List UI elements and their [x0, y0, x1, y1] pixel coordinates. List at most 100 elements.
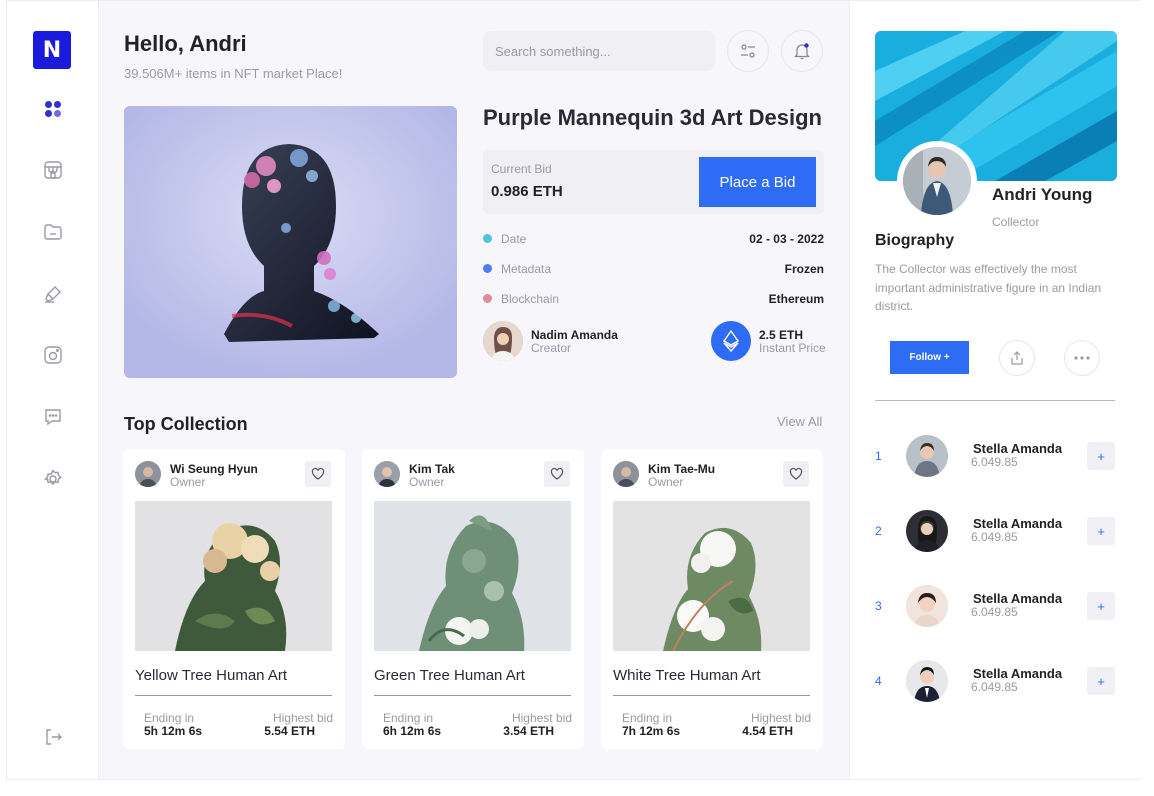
highest-bid-value: 5.54 ETH	[264, 724, 315, 738]
heart-icon	[311, 467, 325, 480]
ranking-value: 6.049.85	[971, 530, 1018, 544]
brush-icon	[45, 286, 61, 303]
sidebar-item-store[interactable]	[41, 158, 65, 182]
artwork-image[interactable]	[374, 501, 571, 651]
logo-letter: N	[42, 37, 62, 63]
owner-label: Owner	[409, 475, 445, 489]
gear-icon	[43, 469, 62, 486]
more-icon	[1074, 356, 1090, 360]
profile-panel: Andri Young Collector Biography The Coll…	[849, 1, 1141, 779]
meta-key: Metadata	[501, 262, 552, 276]
add-button[interactable]: +	[1087, 517, 1115, 545]
meta-row-date: Date 02 - 03 - 2022	[483, 231, 824, 247]
ending-value: 5h 12m 6s	[144, 724, 203, 738]
sidebar-item-dashboard[interactable]	[41, 97, 65, 121]
sidebar: N	[7, 1, 99, 779]
like-button[interactable]	[544, 461, 570, 487]
more-button[interactable]	[1064, 340, 1100, 376]
ending-label: Ending in	[144, 711, 195, 725]
ending-label: Ending in	[383, 711, 434, 725]
add-button[interactable]: +	[1087, 442, 1115, 470]
rank-number: 3	[875, 599, 882, 613]
highest-bid-label: Highest bid	[272, 711, 333, 725]
like-button[interactable]	[305, 461, 331, 487]
avatar	[906, 435, 948, 477]
sidebar-item-camera[interactable]	[41, 343, 65, 367]
view-all-link[interactable]: View All	[777, 414, 822, 429]
collection-card[interactable]: Kim Tae-Mu Owner White Tree Human Art En…	[601, 449, 823, 749]
greeting-title: Hello, Andri	[124, 31, 247, 56]
ranking-row[interactable]: 1 Stella Amanda 6.049.85 +	[875, 435, 1117, 477]
share-icon	[1011, 351, 1023, 365]
filter-button[interactable]	[727, 30, 769, 72]
meta-row-metadata: Metadata Frozen	[483, 261, 824, 277]
like-button[interactable]	[783, 461, 809, 487]
sidebar-item-folder[interactable]	[41, 220, 65, 244]
featured-artwork-image[interactable]	[124, 106, 457, 378]
add-button[interactable]: +	[1087, 592, 1115, 620]
add-button[interactable]: +	[1087, 667, 1115, 695]
ranking-value: 6.049.85	[971, 455, 1018, 469]
collection-card[interactable]: Wi Seung Hyun Owner Yellow Tree Human Ar…	[123, 449, 345, 749]
current-bid-panel: Current Bid 0.986 ETH Place a Bid	[483, 150, 824, 214]
meta-key: Date	[501, 232, 527, 246]
creator-portrait	[483, 321, 523, 361]
owner-name: Wi Seung Hyun	[170, 462, 258, 476]
share-button[interactable]	[999, 340, 1035, 376]
rank-number: 1	[875, 449, 882, 463]
sidebar-item-settings[interactable]	[41, 467, 65, 491]
artwork-image[interactable]	[135, 501, 332, 651]
ranking-row[interactable]: 3 Stella Amanda 6.049.85 +	[875, 585, 1117, 627]
status-dot	[483, 234, 492, 243]
owner-avatar	[613, 461, 639, 487]
divider	[374, 695, 571, 696]
place-bid-button[interactable]: Place a Bid	[699, 157, 816, 207]
rank-number: 2	[875, 524, 882, 538]
notifications-button[interactable]	[781, 30, 823, 72]
owner-name: Kim Tak	[409, 462, 455, 476]
ending-value: 6h 12m 6s	[383, 724, 442, 738]
current-bid-label: Current Bid	[491, 162, 552, 176]
ranking-value: 6.049.85	[971, 605, 1018, 619]
search-input[interactable]	[483, 31, 715, 71]
logout-button[interactable]	[41, 725, 65, 749]
ending-label: Ending in	[622, 711, 673, 725]
collection-card[interactable]: Kim Tak Owner Green Tree Human Art Endin…	[362, 449, 584, 749]
highest-bid-label: Highest bid	[750, 711, 811, 725]
eth-badge	[711, 321, 751, 361]
owner-avatar	[135, 461, 161, 487]
artwork-image[interactable]	[613, 501, 810, 651]
sidebar-item-brush[interactable]	[41, 282, 65, 306]
card-title: Green Tree Human Art	[374, 667, 525, 684]
profile-role: Collector	[992, 215, 1040, 229]
highest-bid-label: Highest bid	[511, 711, 572, 725]
filter-icon	[741, 44, 755, 58]
sidebar-item-chat[interactable]	[41, 405, 65, 429]
brand-logo[interactable]: N	[33, 31, 71, 69]
avatar	[906, 510, 948, 552]
card-title: White Tree Human Art	[613, 667, 761, 684]
owner-label: Owner	[648, 475, 684, 489]
ranking-row[interactable]: 2 Stella Amanda 6.049.85 +	[875, 510, 1117, 552]
highest-bid-value: 3.54 ETH	[503, 724, 554, 738]
owner-label: Owner	[170, 475, 206, 489]
divider	[135, 695, 332, 696]
app-window: N Hello, Andri 39.506M+ items in NFT mar…	[6, 0, 1141, 780]
ranking-name: Stella Amanda	[973, 591, 1063, 606]
follow-button[interactable]: Follow +	[890, 341, 969, 374]
ranking-row[interactable]: 4 Stella Amanda 6.049.85 +	[875, 660, 1117, 702]
ranking-name: Stella Amanda	[973, 666, 1063, 681]
yellow-tree-human-illustration	[135, 501, 332, 651]
rank-number: 4	[875, 674, 882, 688]
owner-name: Kim Tae-Mu	[648, 462, 716, 476]
ethereum-icon	[722, 330, 740, 352]
creator-avatar[interactable]	[483, 321, 523, 361]
heart-icon	[550, 467, 564, 480]
profile-avatar[interactable]	[897, 141, 977, 221]
section-title-top-collection: Top Collection	[124, 414, 248, 434]
profile-name: Andri Young	[992, 185, 1093, 204]
status-dot	[483, 294, 492, 303]
ranking-name: Stella Amanda	[973, 441, 1063, 456]
heart-icon	[789, 467, 803, 480]
avatar	[906, 660, 948, 702]
